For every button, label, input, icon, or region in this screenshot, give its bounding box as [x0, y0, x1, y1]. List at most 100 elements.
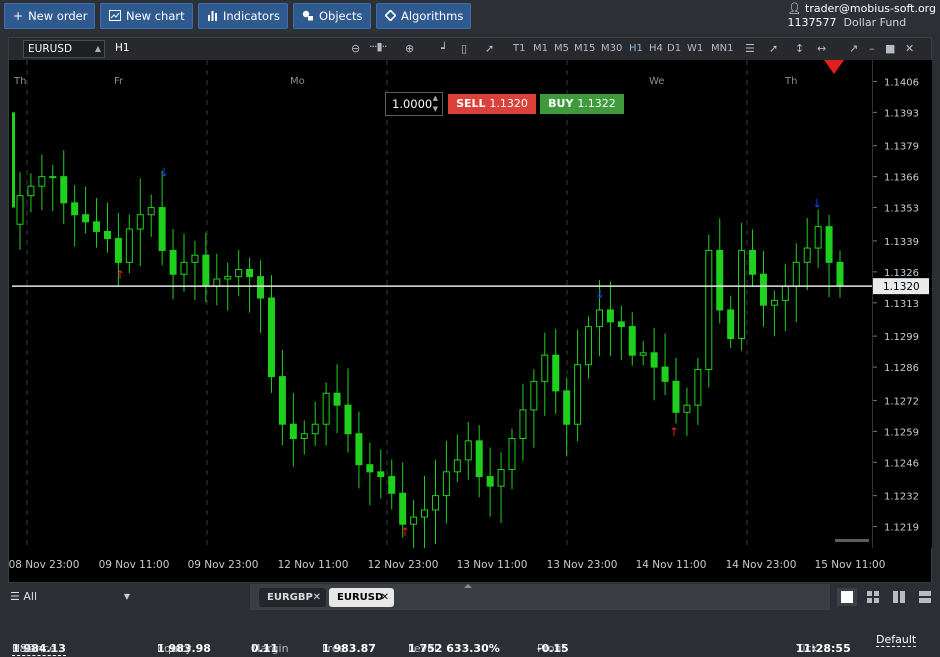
symbol-select[interactable]: EURUSD ▲ — [23, 40, 105, 58]
layout-columns-icon[interactable] — [889, 588, 909, 606]
user-icon: 👤︎ — [787, 2, 802, 15]
currency: USD — [12, 642, 36, 655]
zoom-out-icon[interactable]: ⊖ — [351, 42, 360, 55]
candle-body — [672, 380, 680, 413]
minimize-icon[interactable]: – — [869, 42, 875, 55]
candle-body — [224, 276, 232, 280]
candle-body — [180, 261, 188, 275]
layout-single-icon[interactable] — [837, 588, 857, 606]
time-axis[interactable]: 08 Nov 23:00 09 Nov 11:00 09 Nov 23:00 12 N… — [9, 548, 931, 582]
timeframe-m1[interactable]: M1 — [533, 43, 548, 54]
close-icon[interactable]: ✕ — [905, 42, 914, 55]
candle-body — [103, 230, 111, 240]
spinner-icon[interactable]: ▲ ▼ — [433, 93, 438, 115]
chart-plot-area[interactable]: Th Fr Mo We Th ↓ ↑ ↑ ↓ ↑ ↓ 1.0000 ▲ ▼ SELL 1.1320 BU… — [12, 60, 872, 548]
candle-body — [453, 459, 461, 473]
profit-value: -0.15 — [537, 642, 569, 655]
tab-eurgbp[interactable]: EURGBP ✕ — [259, 588, 326, 607]
timeframe-t1[interactable]: T1 — [513, 43, 525, 54]
plus-icon: + — [13, 9, 24, 23]
candle-body — [814, 226, 822, 249]
layout-rows-icon[interactable] — [915, 588, 935, 606]
chart-end-marker[interactable] — [824, 60, 844, 74]
timeframe-m5[interactable]: M5 — [554, 43, 569, 54]
lot-value: 1.0000 — [392, 97, 433, 111]
zoom-in-icon[interactable]: ⊕ — [405, 42, 414, 55]
tab-scroll-indicator — [464, 584, 472, 588]
candle-body — [82, 214, 90, 223]
candle-body — [749, 249, 757, 275]
lot-size-input[interactable]: 1.0000 ▲ ▼ — [385, 92, 443, 116]
sell-button[interactable]: SELL 1.1320 — [448, 94, 536, 114]
candle-body — [93, 221, 101, 232]
buy-label: BUY — [548, 97, 574, 110]
day-label: Th — [784, 76, 797, 87]
status-bar: Balance 1 984.13 USD Equity 1 983.98 Mar… — [0, 624, 940, 657]
chart-tabs-bar: ☰ All ▼ EURGBP ✕ EURUSD ✕ — [0, 584, 940, 610]
timeframe-mn1[interactable]: MN1 — [711, 43, 733, 54]
candle-body — [213, 278, 221, 287]
candle-body — [366, 464, 374, 473]
timeframe-m30[interactable]: M30 — [601, 43, 622, 54]
close-tab-icon[interactable]: ✕ — [313, 588, 321, 607]
candle-body — [16, 195, 24, 225]
candle-body — [114, 238, 122, 263]
tab-eurusd[interactable]: EURUSD ✕ — [329, 588, 394, 607]
chart-tabs: EURGBP ✕ EURUSD ✕ — [250, 584, 830, 610]
timeframe-w1[interactable]: W1 — [687, 43, 703, 54]
day-label: Mo — [290, 76, 305, 87]
candle-body — [267, 297, 275, 378]
candle-body — [125, 228, 133, 263]
candle-body — [311, 423, 319, 435]
candlestick-chart[interactable]: Th Fr Mo We Th ↓ ↑ ↑ ↓ ↑ ↓ — [12, 60, 872, 548]
vertical-line-icon[interactable]: ↕ — [795, 42, 804, 55]
tick-value: 11:28:55 — [796, 642, 851, 655]
indicator-list-icon[interactable]: ☰ — [745, 42, 755, 55]
candle-body — [683, 404, 691, 413]
timeframe-m15[interactable]: M15 — [574, 43, 595, 54]
candle-body — [530, 380, 538, 411]
indicators-button[interactable]: Indicators — [198, 3, 288, 29]
candle-body — [519, 409, 527, 439]
candle-style-icon[interactable]: ▯ — [461, 42, 467, 55]
candle-body — [278, 376, 286, 425]
account-info[interactable]: 👤︎ trader@mobius-soft.org 1137577 Dollar… — [788, 2, 936, 30]
timeframe-h4[interactable]: H4 — [649, 43, 663, 54]
bar-style-icon[interactable]: ┙ — [441, 42, 448, 55]
timeframe-d1[interactable]: D1 — [667, 43, 681, 54]
candle-body — [246, 268, 254, 278]
horizontal-scrollbar[interactable] — [835, 539, 869, 542]
candle-body — [147, 207, 155, 216]
close-tab-icon[interactable]: ✕ — [381, 588, 389, 607]
tab-label: EURGBP — [267, 592, 313, 603]
price-tick-label: 1.1379 — [884, 142, 919, 153]
buy-price: 1.1322 — [577, 97, 616, 110]
layout-grid-icon[interactable] — [863, 588, 883, 606]
objects-label: Objects — [319, 9, 363, 23]
horizontal-line-icon[interactable]: ↔ — [817, 42, 826, 55]
objects-button[interactable]: Objects — [293, 3, 371, 29]
tab-filter-dropdown[interactable]: ☰ All ▼ — [0, 584, 250, 610]
new-order-button[interactable]: + New order — [4, 3, 95, 29]
zoom-slider[interactable]: ···▮·· — [369, 40, 388, 53]
maximize-icon[interactable]: ■ — [885, 42, 895, 55]
algorithms-button[interactable]: Algorithms — [376, 3, 471, 29]
trendline-icon[interactable]: ➚ — [769, 42, 778, 55]
diamond-icon — [384, 8, 397, 23]
buy-button[interactable]: BUY 1.1322 — [540, 94, 624, 114]
trading-app: + New order New chart Indicators Objects … — [0, 0, 940, 657]
price-axis[interactable]: 1.1406 1.1393 1.1379 1.1366 1.1353 1.1339 1.13… — [872, 60, 932, 548]
timeframe-h1[interactable]: H1 — [629, 43, 643, 54]
detach-icon[interactable]: ↗ — [849, 42, 858, 55]
margin-value: 0.11 — [251, 642, 279, 655]
candle-body — [825, 226, 833, 263]
candle-body — [661, 366, 669, 382]
candle-body — [650, 352, 658, 368]
time-tick-label: 14 Nov 23:00 — [726, 559, 797, 571]
default-link[interactable]: Default — [876, 633, 917, 647]
sell-signal-arrow: ↓ — [159, 166, 169, 180]
line-style-icon[interactable]: ➚ — [485, 42, 494, 55]
new-chart-button[interactable]: New chart — [100, 3, 193, 29]
time-tick-label: 13 Nov 23:00 — [547, 559, 618, 571]
menu-icon: ☰ — [10, 590, 20, 603]
